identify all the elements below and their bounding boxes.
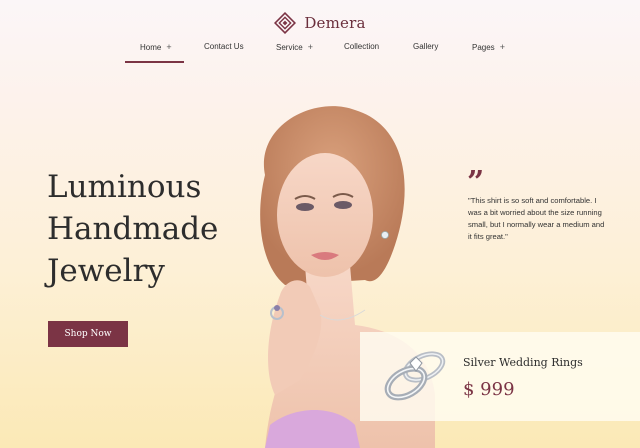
nav-item-home[interactable]: Home + bbox=[140, 42, 172, 52]
nav-item-service[interactable]: Service + bbox=[276, 42, 313, 52]
nav-item-label: Pages bbox=[472, 42, 495, 52]
nav-item-pages[interactable]: Pages + bbox=[472, 42, 505, 52]
product-price: $ 999 bbox=[463, 379, 515, 400]
brand-name: Demera bbox=[304, 14, 366, 32]
headline-line: Handmade bbox=[47, 211, 219, 247]
nav-item-label: Service bbox=[276, 42, 303, 52]
wedding-rings-icon bbox=[384, 351, 446, 401]
nav-item-label: Gallery bbox=[413, 42, 439, 51]
shop-now-button[interactable]: Shop Now bbox=[48, 321, 128, 347]
main-nav: Home + Contact Us Service + Collection G… bbox=[0, 42, 640, 64]
nav-item-gallery[interactable]: Gallery bbox=[413, 42, 438, 51]
headline-line: Luminous bbox=[47, 169, 202, 205]
diamond-logo-icon bbox=[274, 12, 297, 34]
nav-item-label: Collection bbox=[344, 42, 380, 51]
brand[interactable]: Demera bbox=[0, 12, 640, 34]
product-name: Silver Wedding Rings bbox=[463, 356, 583, 369]
plus-icon: + bbox=[499, 42, 505, 52]
nav-item-label: Contact Us bbox=[204, 42, 244, 51]
nav-item-collection[interactable]: Collection bbox=[344, 42, 379, 51]
plus-icon: + bbox=[307, 42, 313, 52]
active-nav-indicator bbox=[125, 61, 184, 63]
nav-item-contact-us[interactable]: Contact Us bbox=[204, 42, 244, 51]
quote-icon: ” bbox=[467, 165, 485, 200]
testimonial-text: "This shirt is so soft and comfortable. … bbox=[468, 196, 605, 241]
hero-headline: Luminous Handmade Jewelry bbox=[47, 166, 218, 292]
nav-item-label: Home bbox=[140, 42, 162, 52]
headline-line: Jewelry bbox=[47, 253, 165, 289]
plus-icon: + bbox=[166, 42, 172, 52]
